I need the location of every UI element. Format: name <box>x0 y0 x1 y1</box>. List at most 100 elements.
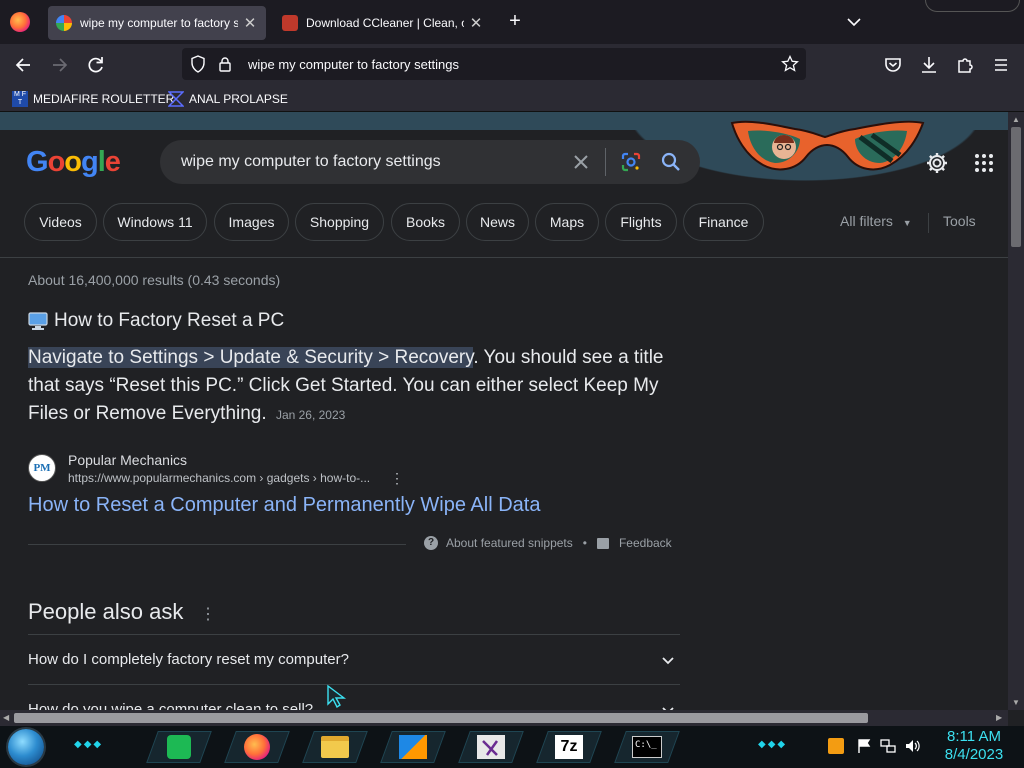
tab-google-search[interactable]: wipe my computer to factory settings - G… <box>48 6 266 40</box>
lock-icon[interactable] <box>218 56 232 72</box>
paa-question[interactable]: How do you wipe a computer clean to sell… <box>28 684 680 710</box>
featured-result-link[interactable]: How to Reset a Computer and Permanently … <box>28 494 540 517</box>
scroll-up-arrow-icon[interactable]: ▲ <box>1012 115 1020 124</box>
start-button[interactable] <box>8 729 44 765</box>
header-divider <box>0 257 1008 258</box>
question-text: How do you wipe a computer clean to sell… <box>28 701 314 710</box>
url-text[interactable]: wipe my computer to factory settings <box>248 57 459 72</box>
forward-icon[interactable] <box>47 53 73 77</box>
taskbar-7zip[interactable]: 7z <box>536 731 602 763</box>
source-url[interactable]: https://www.popularmechanics.com › gadge… <box>68 471 370 485</box>
taskbar-command-prompt[interactable]: C:\_ <box>614 731 680 763</box>
volume-icon[interactable] <box>904 738 920 754</box>
extensions-icon[interactable] <box>952 53 978 77</box>
close-tab-icon[interactable]: ✕ <box>468 14 484 32</box>
filter-chip-flights[interactable]: Flights <box>605 203 677 241</box>
scroll-down-arrow-icon[interactable]: ▼ <box>1012 698 1020 707</box>
tab-ccleaner[interactable]: Download CCleaner | Clean, optimize & tu… <box>274 6 492 40</box>
search-box[interactable]: wipe my computer to factory settings <box>160 140 700 184</box>
spotify-icon <box>167 735 191 759</box>
source-site-name[interactable]: Popular Mechanics <box>68 452 187 468</box>
taskbar-firefox[interactable] <box>224 731 290 763</box>
computer-monitor-icon <box>28 311 48 331</box>
filter-chip-videos[interactable]: Videos <box>24 203 97 241</box>
all-filters-label: All filters <box>840 213 893 229</box>
clear-search-icon[interactable] <box>571 152 591 172</box>
search-icon[interactable] <box>660 151 682 173</box>
vertical-scrollbar[interactable]: ▲ ▼ <box>1008 112 1024 710</box>
bookmark-mediafire[interactable]: M FT MEDIAFIRE ROULETTER <box>12 91 174 107</box>
google-results-page: Google wipe my computer to factory setti… <box>0 112 1008 710</box>
tools-button[interactable]: Tools <box>943 213 976 229</box>
filter-chip-finance[interactable]: Finance <box>683 203 764 241</box>
bookmark-star-icon[interactable] <box>781 54 799 73</box>
more-options-icon[interactable]: ⋮ <box>200 604 216 623</box>
back-icon[interactable] <box>10 53 36 77</box>
people-also-ask-title: People also ask <box>28 599 184 624</box>
settings-gear-icon[interactable] <box>925 151 949 175</box>
paa-question[interactable]: How do I completely factory reset my com… <box>28 634 680 684</box>
horizontal-scrollbar[interactable]: ◀ ▶ <box>0 710 1008 726</box>
tab-bar: wipe my computer to factory settings - G… <box>0 0 1024 44</box>
scrollbar-thumb[interactable] <box>1011 127 1021 247</box>
titlebar-decoration <box>925 0 1020 12</box>
scroll-left-arrow-icon[interactable]: ◀ <box>3 713 9 722</box>
snippet-date: Jan 26, 2023 <box>275 408 346 422</box>
clock-date: 8/4/2023 <box>944 746 1004 763</box>
tray-app-icon[interactable] <box>828 738 844 754</box>
bookmarks-toolbar: M FT MEDIAFIRE ROULETTER ANAL PROLAPSE <box>0 86 1024 112</box>
downloads-icon[interactable] <box>916 53 942 77</box>
scroll-right-arrow-icon[interactable]: ▶ <box>996 713 1002 722</box>
google-logo[interactable]: Google <box>26 146 121 179</box>
folder-icon <box>321 736 349 758</box>
google-lens-icon[interactable] <box>620 151 642 173</box>
filter-chip-books[interactable]: Books <box>391 203 460 241</box>
filter-chip-images[interactable]: Images <box>214 203 289 241</box>
about-featured-snippets-link[interactable]: About featured snippets <box>446 536 573 550</box>
taskbar-visual-studio[interactable] <box>458 731 524 763</box>
search-input[interactable]: wipe my computer to factory settings <box>181 153 571 171</box>
feedback-link[interactable]: Feedback <box>619 536 672 550</box>
close-tab-icon[interactable]: ✕ <box>242 14 258 32</box>
chevron-down-icon <box>660 652 676 668</box>
feedback-icon[interactable] <box>596 537 609 549</box>
address-bar[interactable]: wipe my computer to factory settings <box>182 48 806 80</box>
action-center-flag-icon[interactable] <box>856 738 872 754</box>
filter-chip-maps[interactable]: Maps <box>535 203 599 241</box>
doodle-glasses-illustration[interactable] <box>730 115 925 180</box>
firefox-icon <box>244 734 270 760</box>
tab-title: wipe my computer to factory settings - G… <box>80 16 238 30</box>
help-circle-icon[interactable]: ? <box>424 536 438 550</box>
highlighted-text: Navigate to Settings > Update & Security… <box>28 347 474 368</box>
scrollbar-thumb[interactable] <box>14 713 868 723</box>
mouse-cursor <box>326 684 348 710</box>
google-apps-icon[interactable] <box>975 154 993 172</box>
filter-chip-news[interactable]: News <box>466 203 529 241</box>
taskbar-clock[interactable]: 8:11 AM 8/4/2023 <box>930 728 1018 764</box>
app-logo-icon <box>399 735 427 759</box>
popular-mechanics-logo[interactable]: PM <box>28 454 56 482</box>
taskbar-decoration: ◆◆◆ <box>758 739 788 750</box>
tracking-protection-shield-icon[interactable] <box>190 55 206 73</box>
all-filters-button[interactable]: All filters ▼ <box>840 213 912 229</box>
more-options-icon[interactable]: ⋮ <box>390 470 404 486</box>
result-stats: About 16,400,000 results (0.43 seconds) <box>28 272 281 288</box>
pocket-icon[interactable] <box>880 53 906 77</box>
list-all-tabs-icon[interactable] <box>844 10 864 34</box>
featured-heading-text: How to Factory Reset a PC <box>54 310 285 331</box>
search-divider <box>605 148 606 176</box>
reload-icon[interactable] <box>83 53 109 77</box>
filter-chip-windows-11[interactable]: Windows 11 <box>103 203 207 241</box>
network-icon[interactable] <box>880 738 896 754</box>
snippet-divider <box>28 544 406 545</box>
taskbar-file-explorer[interactable] <box>302 731 368 763</box>
new-tab-button[interactable]: + <box>504 10 526 34</box>
filter-chip-shopping[interactable]: Shopping <box>295 203 384 241</box>
firefox-icon[interactable] <box>10 12 30 32</box>
menu-icon[interactable] <box>988 53 1014 77</box>
taskbar-app[interactable] <box>380 731 446 763</box>
7zip-icon: 7z <box>555 735 583 759</box>
separator-dot: • <box>582 536 587 550</box>
taskbar-spotify[interactable] <box>146 731 212 763</box>
bookmark-anal-prolapse[interactable]: ANAL PROLAPSE <box>167 91 288 107</box>
